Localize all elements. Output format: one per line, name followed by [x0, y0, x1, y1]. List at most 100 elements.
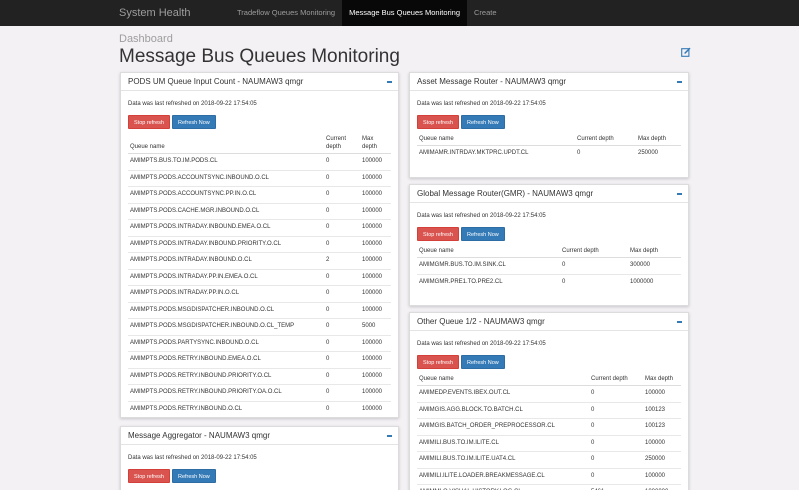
- panel-header: Global Message Router(GMR) - NAUMAW3 qmg…: [410, 185, 688, 203]
- refresh-now-button[interactable]: Refresh Now: [460, 355, 505, 369]
- nav-create[interactable]: Create: [467, 0, 504, 26]
- queue-table: Queue name Current depth Max depth AMIMP…: [128, 133, 391, 417]
- col-current-depth: Current depth: [324, 133, 360, 154]
- max-depth-cell: 100000: [360, 202, 391, 220]
- col-current-depth: Current depth: [575, 133, 636, 146]
- queue-name-cell: AMIMGMR.PRE1.TO.PRE2.CL: [417, 273, 560, 290]
- queue-name-cell: AMIMPTS.PODS.MSGDISPATCHER.INBOUND.O.CL_…: [128, 318, 324, 335]
- stop-refresh-button[interactable]: Stop refresh: [417, 115, 459, 129]
- current-depth-cell: 0: [324, 186, 360, 203]
- queue-name-cell: AMIMPTS.PODS.INTRADAY.PP.IN.O.CL: [128, 285, 324, 302]
- current-depth-cell: 0: [589, 401, 643, 419]
- queue-table: Queue name Current depth Max depth AMIMA…: [417, 133, 681, 162]
- current-depth-cell: 0: [324, 318, 360, 335]
- current-depth-cell: 0: [324, 301, 360, 319]
- max-depth-cell: 100000: [360, 235, 391, 253]
- max-depth-cell: 100000: [360, 219, 391, 236]
- refresh-now-button[interactable]: Refresh Now: [171, 469, 216, 483]
- panel-other-queue-1: Other Queue 1/2 - NAUMAW3 qmgr Data was …: [409, 312, 689, 490]
- queue-name-cell: AMIMPTS.PODS.MSGDISPATCHER.INBOUND.O.CL: [128, 301, 324, 319]
- collapse-icon[interactable]: [387, 434, 392, 437]
- queue-name-cell: AMIMILI.BUS.TO.IM.ILITE.CL: [417, 434, 589, 452]
- table-row: AMIMPTS.PODS.RETRY.INBOUND.O.CL 0 100000: [128, 400, 391, 417]
- table-row: AMIMILI.BUS.TO.IM.ILITE.CL 0 100000: [417, 434, 681, 452]
- panel-title: Message Aggregator - NAUMAW3 qmgr: [128, 431, 270, 440]
- current-depth-cell: 0: [589, 451, 643, 468]
- current-depth-cell: 0: [562, 262, 566, 268]
- table-row: AMIMGIS.AGG.BLOCK.TO.BATCH.CL 0 100123: [417, 401, 681, 419]
- current-depth-cell: 0: [589, 418, 643, 435]
- collapse-icon[interactable]: [677, 80, 682, 83]
- refresh-now-button[interactable]: Refresh Now: [171, 115, 216, 129]
- current-depth-cell: 0: [324, 384, 360, 401]
- current-depth-cell: 0: [324, 202, 360, 220]
- current-depth-cell: 0: [324, 235, 360, 253]
- stop-refresh-button[interactable]: Stop refresh: [128, 115, 170, 129]
- stop-refresh-button[interactable]: Stop refresh: [417, 227, 459, 241]
- collapse-icon[interactable]: [387, 80, 392, 83]
- panel-header: Asset Message Router - NAUMAW3 qmgr: [410, 73, 688, 91]
- queue-table: Queue name Current depth Max depth AMIME…: [417, 373, 681, 490]
- last-refreshed-text: Data was last refreshed on 2018-09-22 17…: [128, 101, 257, 107]
- panel-header: Message Aggregator - NAUMAW3 qmgr: [121, 427, 398, 445]
- queue-name-cell: AMIMPTS.PODS.RETRY.INBOUND.PRIORITY.OA.O…: [128, 384, 324, 401]
- table-row: AMIMPTS.PODS.INTRADAY.INBOUND.O.CL 2 10000…: [128, 252, 391, 269]
- top-navbar: System Health Dashboard Tradeflow Queues…: [0, 0, 799, 45]
- max-depth-cell: 5000: [360, 318, 391, 335]
- queue-name-cell: AMIMPTS.PODS.INTRADAY.INBOUND.PRIORITY.O…: [128, 235, 324, 253]
- last-refreshed-text: Data was last refreshed on 2018-09-22 17…: [128, 455, 257, 461]
- table-row: AMIMGIS.BATCH_ORDER_PREPROCESSOR.CL 0 1001…: [417, 418, 681, 435]
- nav-tradeflow-queues[interactable]: Tradeflow Queues Monitoring: [230, 0, 342, 26]
- brand-link[interactable]: System Health Dashboard: [0, 0, 230, 45]
- queue-name-cell: AMIMPTS.PODS.RETRY.INBOUND.EMEA.O.CL: [128, 351, 324, 368]
- queue-name-cell: AMIMGIS.BATCH_ORDER_PREPROCESSOR.CL: [417, 418, 589, 435]
- max-depth-cell: 100000: [360, 169, 391, 187]
- col-max-depth: Max depth: [360, 133, 391, 154]
- max-depth-cell: 100000: [362, 158, 383, 164]
- current-depth-cell: 0: [326, 158, 330, 164]
- queue-name-cell: AMIMAMR.INTRDAY.MKTPRC.UPDT.CL: [419, 150, 529, 156]
- refresh-now-button[interactable]: Refresh Now: [460, 227, 505, 241]
- queue-name-cell: AMIMILI.BUS.TO.IM.ILITE.UAT4.CL: [417, 451, 589, 468]
- table-row: AMIMPTS.PODS.INTRADAY.INBOUND.PRIORITY.O…: [128, 235, 391, 253]
- table-row: AMIMPTS.PODS.ACCOUNTSYNC.PP.IN.O.CL 0 1000…: [128, 186, 391, 203]
- current-depth-cell: 0: [324, 219, 360, 236]
- stop-refresh-button[interactable]: Stop refresh: [417, 355, 459, 369]
- table-row: AMIMPTS.PODS.MSGDISPATCHER.INBOUND.O.CL_…: [128, 318, 391, 335]
- queue-name-cell: AMIMGMR.BUS.TO.IM.SINK.CL: [419, 262, 506, 268]
- table-row: AMIMPTS.BUS.TO.IM.PODS.CL 0 100000: [128, 154, 391, 171]
- table-row: AMIMPTS.PODS.RETRY.INBOUND.PRIORITY.OA.O…: [128, 384, 391, 401]
- nav-message-bus-queues[interactable]: Message Bus Queues Monitoring: [342, 0, 468, 26]
- current-depth-cell: 5461: [589, 484, 643, 490]
- queue-name-cell: AMIMPTS.PODS.ACCOUNTSYNC.INBOUND.O.CL: [128, 169, 324, 187]
- panel-title: Asset Message Router - NAUMAW3 qmgr: [417, 77, 567, 86]
- col-queue-name: Queue name: [128, 133, 324, 154]
- queue-name-cell: AMIMPTS.PODS.PARTYSYNC.INBOUND.O.CL: [128, 334, 324, 352]
- current-depth-cell: 0: [324, 400, 360, 417]
- collapse-icon[interactable]: [677, 192, 682, 195]
- queue-name-cell: AMIMILI.ILITE.LOADER.BREAKMESSAGE.CL: [417, 467, 589, 485]
- queue-name-cell: AMIMPTS.PODS.ACCOUNTSYNC.PP.IN.O.CL: [128, 186, 324, 203]
- table-row: AMIMAMR.INTRDAY.MKTPRC.UPDT.CL 0 250000: [417, 146, 681, 162]
- max-depth-cell: 100000: [643, 434, 681, 452]
- panel-title: Other Queue 1/2 - NAUMAW3 qmgr: [417, 317, 545, 326]
- max-depth-cell: 100000: [360, 367, 391, 385]
- refresh-now-button[interactable]: Refresh Now: [460, 115, 505, 129]
- current-depth-cell: 2: [324, 252, 360, 269]
- queue-name-cell: AMIMPTS.PODS.INTRADAY.INBOUND.O.CL: [128, 252, 324, 269]
- max-depth-cell: 100000: [360, 252, 391, 269]
- table-row: AMIMPTS.PODS.PARTYSYNC.INBOUND.O.CL 0 1000…: [128, 334, 391, 352]
- col-queue-name: Queue name: [417, 133, 575, 146]
- col-current-depth: Current depth: [589, 373, 643, 386]
- table-row: AMIMPTS.PODS.MSGDISPATCHER.INBOUND.O.CL 0…: [128, 301, 391, 319]
- col-max-depth: Max depth: [643, 373, 681, 386]
- max-depth-cell: 1000000: [628, 273, 681, 290]
- collapse-icon[interactable]: [677, 320, 682, 323]
- panel-global-message-router: Global Message Router(GMR) - NAUMAW3 qmg…: [409, 184, 689, 306]
- max-depth-cell: 250000: [643, 451, 681, 468]
- edit-icon[interactable]: [681, 47, 691, 57]
- table-row: AMIMPTS.PODS.INTRADAY.INBOUND.EMEA.O.CL 0…: [128, 219, 391, 236]
- queue-name-cell: AMIMPTS.PODS.CACHE.MGR.INBOUND.O.CL: [128, 202, 324, 220]
- last-refreshed-text: Data was last refreshed on 2018-09-22 17…: [417, 101, 546, 107]
- stop-refresh-button[interactable]: Stop refresh: [128, 469, 170, 483]
